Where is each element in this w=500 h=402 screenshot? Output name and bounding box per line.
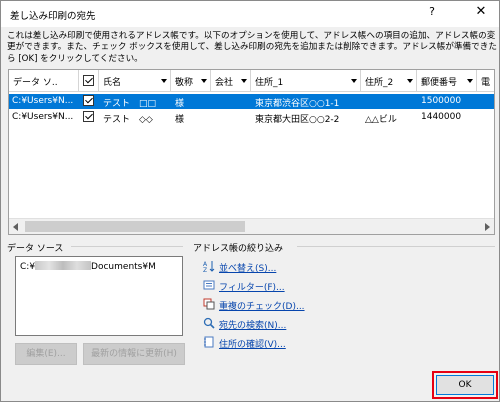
column-name[interactable]: 氏名 xyxy=(99,70,171,92)
chevron-down-icon[interactable] xyxy=(351,79,357,83)
sort-icon: A Z xyxy=(203,261,215,272)
datasource-list[interactable]: C:¥ Documents¥M xyxy=(15,256,183,336)
chevron-down-icon[interactable] xyxy=(241,79,247,83)
scroll-left-icon[interactable] xyxy=(13,223,18,231)
window-title: 差し込み印刷の宛先 xyxy=(10,11,96,22)
svg-text:Z: Z xyxy=(203,267,207,272)
chevron-down-icon[interactable] xyxy=(407,79,413,83)
column-address1[interactable]: 住所_1 xyxy=(251,70,361,92)
column-honorific[interactable]: 敬称 xyxy=(171,70,211,92)
row-checkbox[interactable] xyxy=(83,111,94,122)
chevron-down-icon[interactable] xyxy=(467,79,473,83)
mail-merge-recipients-dialog: 差し込み印刷の宛先 ? ✕ これは差し込み印刷で使用されるアドレス帳です。以下の… xyxy=(0,0,500,402)
chevron-down-icon[interactable] xyxy=(201,79,207,83)
chevron-down-icon[interactable] xyxy=(161,79,167,83)
divider xyxy=(71,246,183,247)
table-row[interactable]: C:¥Users¥N... テスト ◇◇ 様 東京都大田区○○2-2 △△ビル … xyxy=(9,110,494,125)
scrollbar-thumb[interactable] xyxy=(25,221,245,232)
horizontal-scrollbar[interactable] xyxy=(9,218,494,234)
list-item[interactable]: C:¥ Documents¥M xyxy=(20,261,156,272)
table-row[interactable]: C:¥Users¥N... テスト □□ 様 東京都渋谷区○○1-1 15000… xyxy=(9,94,494,109)
description-text: これは差し込み印刷で使用されるアドレス帳です。以下のオプションを使用して、アドレ… xyxy=(7,31,497,64)
redacted-path xyxy=(35,261,92,270)
close-button[interactable]: ✕ xyxy=(469,4,493,24)
grid-header: データ ソ.. 氏名 敬称 会社 住所_1 住所_2 郵便番号 電 xyxy=(9,70,494,92)
help-button[interactable]: ? xyxy=(421,5,443,23)
datasource-label: データ ソース xyxy=(7,244,64,254)
select-all-checkbox[interactable] xyxy=(83,75,94,86)
refresh-button[interactable]: 最新の情報に更新(H) xyxy=(83,343,185,365)
column-phone[interactable]: 電 xyxy=(477,70,494,92)
title-bar: 差し込み印刷の宛先 ? ✕ xyxy=(1,1,499,27)
ok-highlight: OK xyxy=(432,371,498,399)
edit-button[interactable]: 編集(E)... xyxy=(15,343,77,365)
scroll-right-icon[interactable] xyxy=(485,223,490,231)
filter-icon xyxy=(203,280,215,290)
row-checkbox[interactable] xyxy=(83,95,94,106)
column-company[interactable]: 会社 xyxy=(211,70,251,92)
search-icon xyxy=(203,317,215,329)
address-book-icon xyxy=(204,336,214,348)
recipient-grid[interactable]: データ ソ.. 氏名 敬称 会社 住所_1 住所_2 郵便番号 電 C:¥Use… xyxy=(8,69,495,235)
column-data-source[interactable]: データ ソ.. xyxy=(9,70,79,92)
refine-label: アドレス帳の絞り込み xyxy=(193,244,284,254)
duplicate-icon xyxy=(203,298,215,310)
column-checkbox[interactable] xyxy=(79,70,99,92)
column-postal-code[interactable]: 郵便番号 xyxy=(417,70,477,92)
divider xyxy=(297,246,495,247)
ok-button[interactable]: OK xyxy=(436,375,494,395)
column-address2[interactable]: 住所_2 xyxy=(361,70,417,92)
